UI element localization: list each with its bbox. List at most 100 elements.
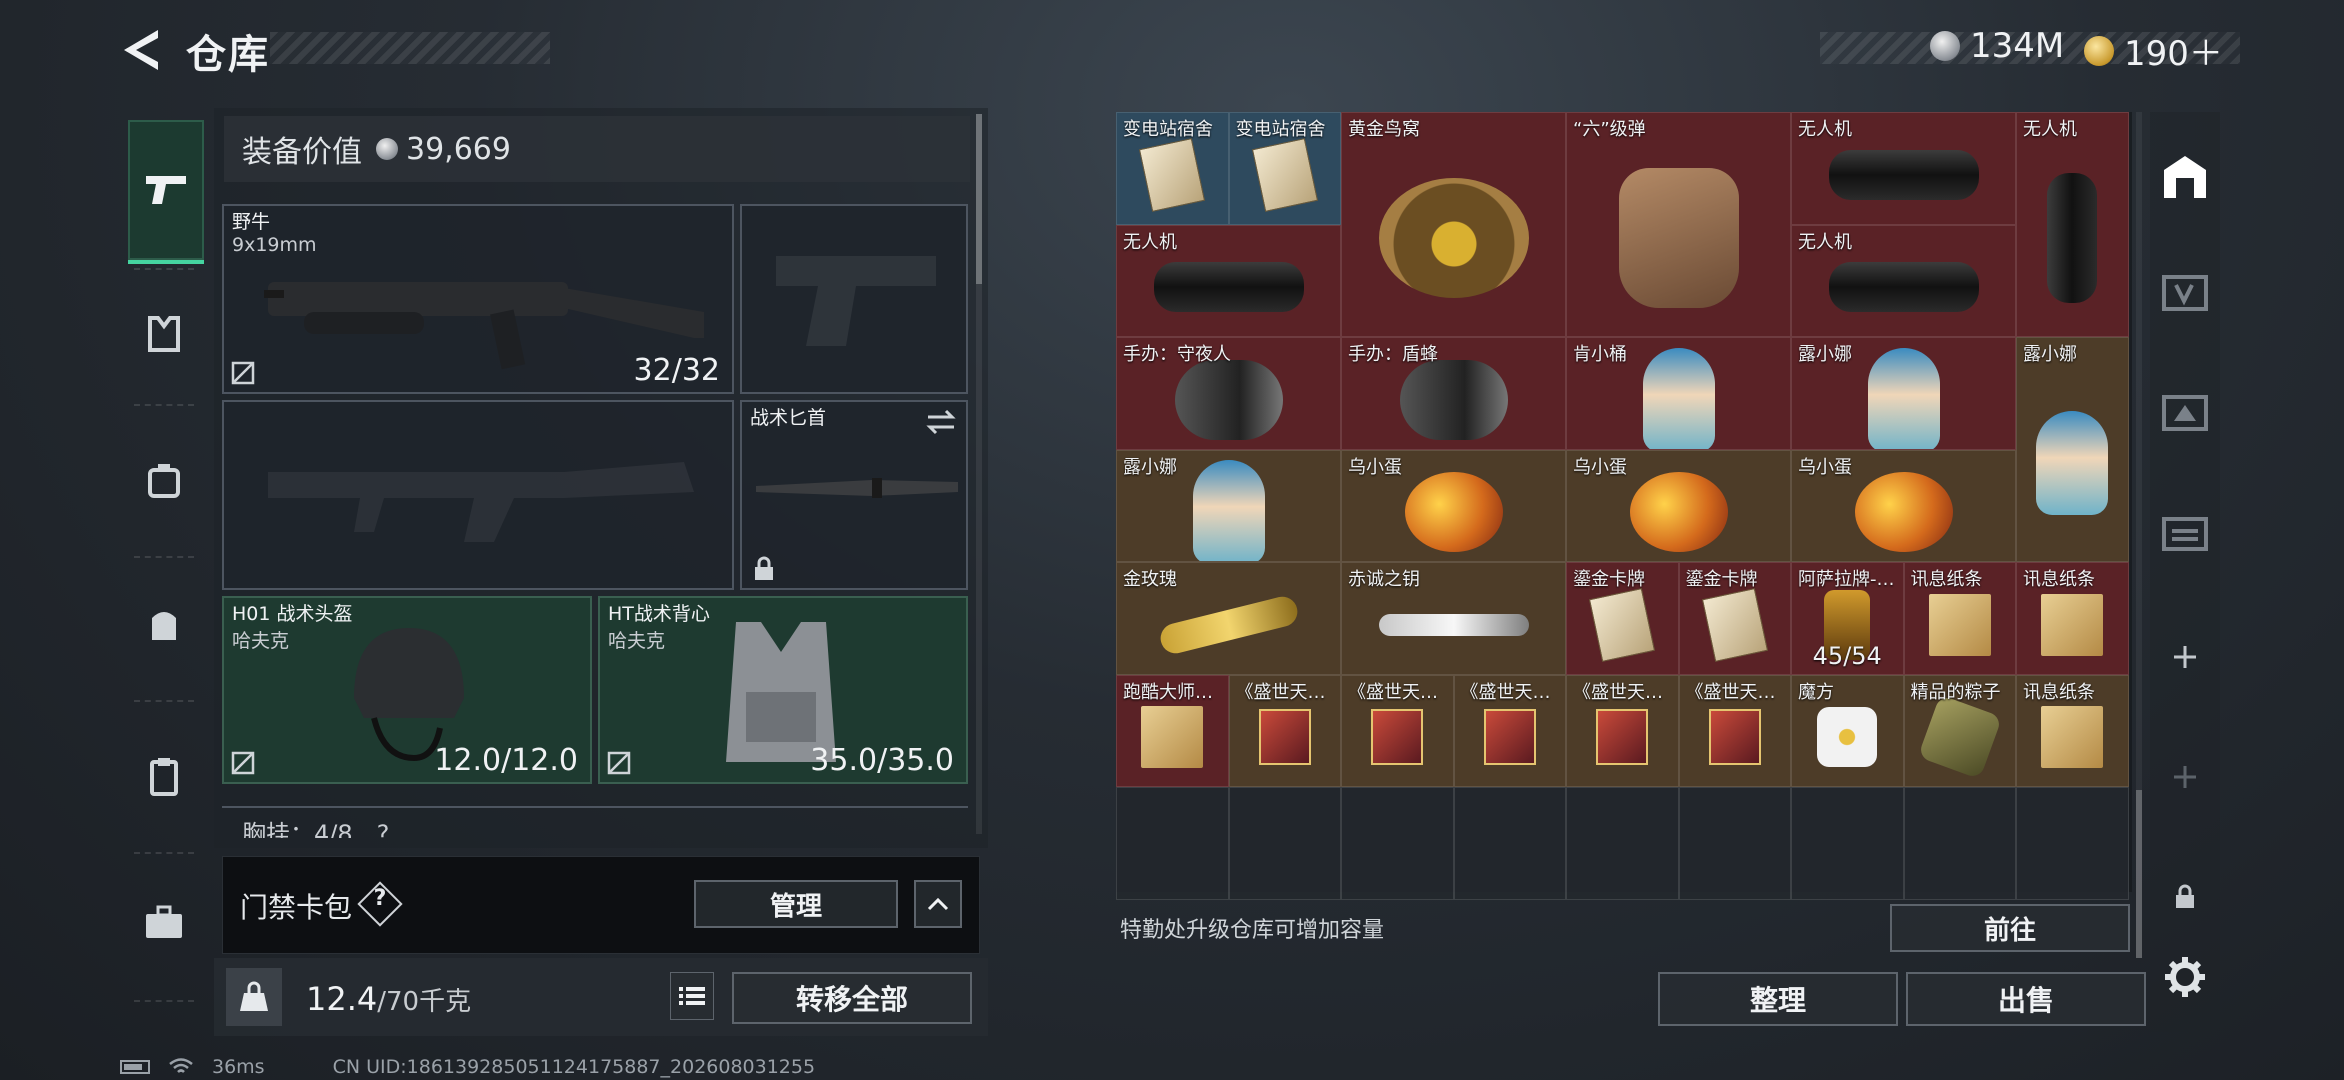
warehouse-item[interactable]: 《盛世天…	[1453, 674, 1566, 787]
armor-brand: 哈夫克	[608, 630, 666, 652]
warehouse-item[interactable]: 魔方	[1791, 674, 1904, 787]
chest-rig-label: 胸挂：4/8 ?	[242, 820, 390, 838]
warehouse-item[interactable]: “六”级弹	[1566, 112, 1791, 337]
warehouse-item[interactable]: 无人机	[1116, 224, 1341, 337]
armor-slot[interactable]: HT战术背心 哈夫克 35.0/35.0	[598, 596, 968, 784]
tab-warehouse[interactable]	[2160, 152, 2210, 202]
gold-currency[interactable]: 190＋	[2084, 26, 2223, 75]
warehouse-item[interactable]: 赤诚之钥	[1341, 562, 1566, 675]
book-icon	[1258, 709, 1311, 766]
settings-button[interactable]	[2160, 952, 2210, 1002]
sidebar-item-weapon[interactable]	[128, 120, 204, 264]
goto-button[interactable]: 前往	[1890, 904, 2130, 952]
empty-grid-cell[interactable]	[1678, 787, 1791, 900]
warehouse-item[interactable]: 露小娜	[1791, 337, 2016, 450]
sidebar-item-armor[interactable]	[128, 298, 200, 370]
empty-grid-cell[interactable]	[1791, 787, 1904, 900]
swap-icon[interactable]	[924, 408, 958, 436]
add-tab-button[interactable]	[2160, 632, 2210, 682]
manage-button[interactable]: 管理	[694, 880, 898, 928]
warehouse-item[interactable]: 手办：守夜人	[1116, 337, 1341, 450]
sell-button[interactable]: 出售	[1906, 972, 2146, 1026]
warehouse-item[interactable]: 手办：盾蜂	[1341, 337, 1566, 450]
tab-display[interactable]	[2160, 388, 2210, 438]
melee-slot[interactable]: 战术匕首	[740, 400, 968, 590]
silver-currency[interactable]: 134M	[1930, 26, 2064, 66]
item-name: 赤诚之钥	[1348, 569, 1420, 590]
primary-weapon-slot[interactable]: 野牛 9x19mm 32/32	[222, 204, 734, 394]
sidebar-item-chest-rig[interactable]	[128, 444, 200, 516]
pistol-slot[interactable]	[740, 204, 968, 394]
warehouse-item[interactable]: 鎏金卡牌	[1566, 562, 1679, 675]
warehouse-item[interactable]: 乌小蛋	[1791, 449, 2016, 562]
warehouse-item[interactable]: 无人机	[1791, 112, 2016, 225]
item-name: 鎏金卡牌	[1685, 569, 1758, 590]
chest-rig-section[interactable]: 胸挂：4/8 ?	[222, 806, 968, 838]
sidebar-item-case[interactable]	[128, 740, 200, 812]
warehouse-icon	[2164, 156, 2206, 198]
equipment-sidebar	[118, 108, 210, 1008]
sidebar-item-backpack[interactable]	[128, 588, 200, 660]
warehouse-item[interactable]: 露小娜	[2016, 337, 2129, 562]
warehouse-item[interactable]: 讯息纸条	[1903, 562, 2016, 675]
warehouse-item[interactable]: 讯息纸条	[2016, 674, 2129, 787]
helmet-slot[interactable]: H01 战术头盔 哈夫克 12.0/12.0	[222, 596, 592, 784]
item-name: 讯息纸条	[2023, 681, 2095, 703]
armor-name: HT战术背心	[608, 603, 710, 625]
warehouse-item[interactable]: 无人机	[1791, 224, 2016, 337]
tab-storage[interactable]	[2160, 508, 2210, 558]
warehouse-item[interactable]: 《盛世天…	[1566, 674, 1679, 787]
weight-capacity: /70千克	[377, 987, 472, 1017]
item-name: 《盛世天…	[1573, 681, 1663, 703]
backpack-icon	[152, 612, 176, 640]
warehouse-item[interactable]: 精品的粽子	[1903, 674, 2016, 787]
empty-grid-cell[interactable]	[2016, 787, 2129, 900]
add-tab-disabled	[2160, 752, 2210, 802]
equipment-value: 39,669	[406, 131, 511, 167]
doc-icon	[1141, 706, 1204, 769]
warehouse-item[interactable]: 变电站宿舍	[1116, 112, 1229, 225]
empty-grid-cell[interactable]	[1116, 787, 1229, 900]
tab-video[interactable]	[2160, 268, 2210, 318]
empty-grid-cell[interactable]	[1566, 787, 1679, 900]
item-name: 乌小蛋	[1348, 456, 1402, 478]
help-icon[interactable]: ?	[370, 886, 390, 911]
equipment-scrollbar-thumb[interactable]	[976, 114, 982, 284]
warehouse-item[interactable]: 乌小蛋	[1341, 449, 1566, 562]
warehouse-item[interactable]: 鎏金卡牌	[1678, 562, 1791, 675]
warehouse-item[interactable]: 《盛世天…	[1678, 674, 1791, 787]
warehouse-scrollbar-thumb[interactable]	[2136, 790, 2142, 958]
warehouse-item[interactable]: 《盛世天…	[1228, 674, 1341, 787]
empty-grid-cell[interactable]	[1341, 787, 1454, 900]
back-button[interactable]	[118, 24, 166, 76]
warehouse-item[interactable]: 肯小桶	[1566, 337, 1791, 450]
rice-icon	[1917, 695, 2003, 780]
warehouse-item[interactable]: 讯息纸条	[2016, 562, 2129, 675]
sidebar-item-secure-container[interactable]	[128, 886, 200, 958]
collapse-button[interactable]	[914, 880, 962, 928]
empty-grid-cell[interactable]	[1903, 787, 2016, 900]
secondary-weapon-slot[interactable]	[222, 400, 734, 590]
warehouse-item[interactable]: 变电站宿舍	[1228, 112, 1341, 225]
empty-grid-cell[interactable]	[1228, 787, 1341, 900]
item-name: 乌小蛋	[1798, 456, 1852, 478]
list-view-button[interactable]	[670, 972, 714, 1020]
empty-grid-cell[interactable]	[1453, 787, 1566, 900]
warehouse-item[interactable]: 无人机	[2016, 112, 2129, 337]
video-icon	[2162, 275, 2208, 311]
battery-icon	[120, 1060, 150, 1074]
sort-button[interactable]: 整理	[1658, 972, 1898, 1026]
warehouse-item[interactable]: 阿萨拉牌-… 45/54	[1791, 562, 1904, 675]
item-name: 魔方	[1798, 681, 1834, 703]
back-arrow-icon	[124, 30, 158, 70]
warehouse-item[interactable]: 乌小蛋	[1566, 449, 1791, 562]
warehouse-item[interactable]: 露小娜	[1116, 449, 1341, 562]
warehouse-item[interactable]: 金玫瑰	[1116, 562, 1341, 675]
weight-current: 12.4	[306, 980, 378, 1018]
item-name: 跑酷大师…	[1123, 681, 1213, 703]
warehouse-item[interactable]: 跑酷大师…	[1116, 674, 1229, 787]
warehouse-item[interactable]: 《盛世天…	[1341, 674, 1454, 787]
book-icon	[1708, 709, 1761, 766]
transfer-all-button[interactable]: 转移全部	[732, 972, 972, 1024]
warehouse-item[interactable]: 黄金鸟窝	[1341, 112, 1566, 337]
